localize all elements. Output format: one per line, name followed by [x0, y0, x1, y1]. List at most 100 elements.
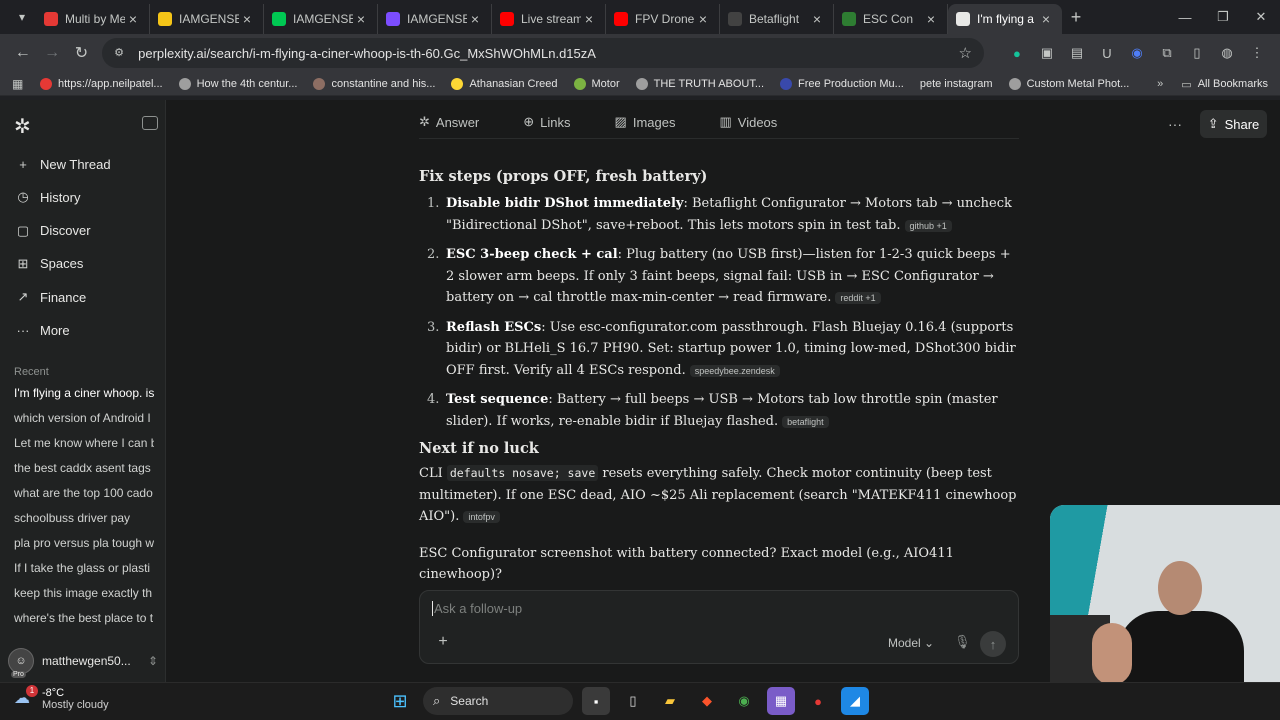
taskbar-app-icon[interactable]: ▦	[767, 687, 795, 715]
sidebar-item-new-thread[interactable]: + New Thread	[14, 152, 154, 176]
sidebar-item-spaces[interactable]: ⊞ Spaces	[14, 252, 154, 276]
close-tab-icon[interactable]: ×	[239, 11, 255, 27]
taskbar-app-icon[interactable]: ●	[804, 687, 832, 715]
send-arrow-icon[interactable]: ↑	[980, 631, 1006, 657]
recent-thread-item[interactable]: where's the best place to t	[14, 611, 154, 631]
citation-badge[interactable]: reddit +1	[835, 292, 881, 304]
browser-tab[interactable]: IAMGENSER×	[378, 4, 492, 34]
browser-tab[interactable]: ESC Con ×	[834, 4, 948, 34]
chevron-double-right-icon[interactable]: »	[1157, 78, 1163, 90]
sidebar-item-history[interactable]: ◷ History	[14, 185, 154, 209]
browser-tab[interactable]: IAMGENSER×	[150, 4, 264, 34]
attach-plus-icon[interactable]: +	[432, 633, 454, 655]
taskbar-search[interactable]: ⌕ Search	[423, 687, 573, 715]
extension-icon[interactable]: ◉	[1122, 38, 1152, 68]
browser-tab[interactable]: IAMGENSER×	[264, 4, 378, 34]
recent-thread-item[interactable]: which version of Android I	[14, 411, 154, 431]
bookmark-item[interactable]: https://app.neilpatel...	[40, 77, 163, 90]
back-icon[interactable]: ←	[8, 38, 37, 68]
recent-thread-item[interactable]: keep this image exactly th	[14, 586, 154, 606]
bookmark-item[interactable]: Athanasian Creed	[451, 77, 558, 90]
close-tab-icon[interactable]: ×	[1038, 11, 1054, 27]
new-tab-button[interactable]: +	[1062, 7, 1090, 28]
sidepanel-icon[interactable]: ▯	[1182, 38, 1212, 68]
restore-icon[interactable]: ❐	[1204, 0, 1242, 34]
tab-search-icon[interactable]: ▾	[8, 4, 36, 30]
profile-avatar-icon[interactable]: ◍	[1212, 38, 1242, 68]
followup-input[interactable]: Ask a follow-up	[432, 601, 522, 616]
close-tab-icon[interactable]: ×	[809, 11, 825, 27]
sidebar-item-more[interactable]: ··· More	[14, 319, 154, 343]
webcam-person-body	[1118, 611, 1244, 683]
recent-thread-item[interactable]: If I take the glass or plasti	[14, 561, 154, 581]
browser-tab[interactable]: Multi by Me ×	[36, 4, 150, 34]
share-button[interactable]: ⇪ Share	[1200, 110, 1267, 138]
citation-badge[interactable]: speedybee.zendesk	[689, 364, 780, 377]
tab-videos[interactable]: ▥ Videos	[719, 114, 799, 130]
forward-icon[interactable]: →	[37, 38, 66, 68]
extensions-puzzle-icon[interactable]: ⧉	[1152, 38, 1182, 68]
bookmark-star-icon[interactable]: ☆	[959, 44, 972, 62]
taskbar-file-icon[interactable]: ▯	[619, 687, 647, 715]
citation-badge[interactable]: intofpv	[463, 511, 500, 523]
bookmark-item[interactable]: How the 4th centur...	[178, 77, 297, 90]
brave-browser-icon[interactable]: ◆	[693, 687, 721, 715]
recent-thread-item[interactable]: I'm flying a ciner whoop. is	[14, 386, 154, 406]
taskbar-app-icon[interactable]: ◢	[841, 687, 869, 715]
model-selector[interactable]: Model ⌄	[888, 636, 934, 650]
address-bar[interactable]: ⚙ perplexity.ai/search/i-m-flying-a-cine…	[102, 38, 984, 68]
close-tab-icon[interactable]: ×	[581, 11, 597, 27]
weather-widget[interactable]: ☁ 1 -8°C Mostly cloudy	[14, 685, 109, 711]
recent-thread-item[interactable]: the best caddx asent tags	[14, 461, 154, 481]
apps-grid-icon[interactable]: ▦	[12, 77, 26, 91]
browser-tab[interactable]: Betaflight ×	[720, 4, 834, 34]
user-account[interactable]: ☺ Pro matthewgen50... ⇕	[8, 648, 158, 678]
tab-links[interactable]: ⊕ Links	[523, 114, 592, 130]
extension-u-icon[interactable]: U	[1092, 38, 1122, 68]
extension-icon[interactable]: ▤	[1062, 38, 1092, 68]
reload-icon[interactable]: ↻	[67, 38, 96, 68]
browser-tab[interactable]: I'm flying a ×	[948, 4, 1062, 34]
citation-badge[interactable]: betaflight	[782, 415, 829, 428]
tab-images[interactable]: ▨ Images	[615, 114, 698, 130]
recent-thread-item[interactable]: Let me know where I can b	[14, 436, 154, 456]
extension-icon[interactable]: ▣	[1032, 38, 1062, 68]
collapse-sidebar-icon[interactable]	[142, 116, 158, 130]
close-tab-icon[interactable]: ×	[353, 11, 369, 27]
taskbar-app-icon[interactable]: ▪	[582, 687, 610, 715]
tab-answer[interactable]: ✲ Answer	[419, 114, 501, 130]
browser-tab[interactable]: FPV Drone F×	[606, 4, 720, 34]
close-tab-icon[interactable]: ×	[923, 11, 939, 27]
grammarly-icon[interactable]: ●	[1002, 38, 1032, 68]
recent-thread-item[interactable]: schoolbuss driver pay	[14, 511, 154, 531]
close-tab-icon[interactable]: ×	[695, 11, 711, 27]
microphone-icon[interactable]: 🎙	[954, 634, 971, 650]
perplexity-logo-icon[interactable]: ✲	[14, 114, 34, 138]
bookmark-item[interactable]: Motor	[573, 77, 620, 90]
more-options-icon[interactable]: ···	[1168, 116, 1182, 132]
site-info-icon[interactable]: ⚙	[114, 46, 128, 60]
expand-chevron-icon[interactable]: ⇕	[148, 654, 158, 668]
recent-thread-item[interactable]: what are the top 100 cado	[14, 486, 154, 506]
citation-badge[interactable]: github +1	[904, 219, 952, 232]
bookmark-item[interactable]: THE TRUTH ABOUT...	[635, 77, 764, 90]
browser-menu-icon[interactable]: ⋮	[1242, 38, 1272, 68]
windows-start-icon[interactable]: ⊞	[386, 687, 414, 715]
all-bookmarks-link[interactable]: All Bookmarks	[1198, 78, 1268, 90]
bookmark-item[interactable]: pete instagram	[920, 78, 993, 90]
sidebar-item-finance[interactable]: ↗ Finance	[14, 285, 154, 309]
chrome-icon[interactable]: ◉	[730, 687, 758, 715]
bookmark-item[interactable]: Free Production Mu...	[780, 77, 904, 90]
close-tab-icon[interactable]: ×	[125, 11, 141, 27]
close-window-icon[interactable]: ✕	[1242, 0, 1280, 34]
bookmark-item[interactable]: constantine and his...	[313, 77, 435, 90]
browser-tab[interactable]: Live streami ×	[492, 4, 606, 34]
tab-title: IAMGENSER	[407, 12, 467, 26]
file-explorer-icon[interactable]: ▰	[656, 687, 684, 715]
close-tab-icon[interactable]: ×	[467, 11, 483, 27]
minimize-icon[interactable]: —	[1166, 0, 1204, 34]
sidebar-item-discover[interactable]: ▢ Discover	[14, 219, 154, 243]
bookmark-item[interactable]: Custom Metal Phot...	[1008, 77, 1129, 90]
recent-thread-item[interactable]: pla pro versus pla tough w	[14, 536, 154, 556]
video-icon: ▥	[719, 114, 732, 129]
